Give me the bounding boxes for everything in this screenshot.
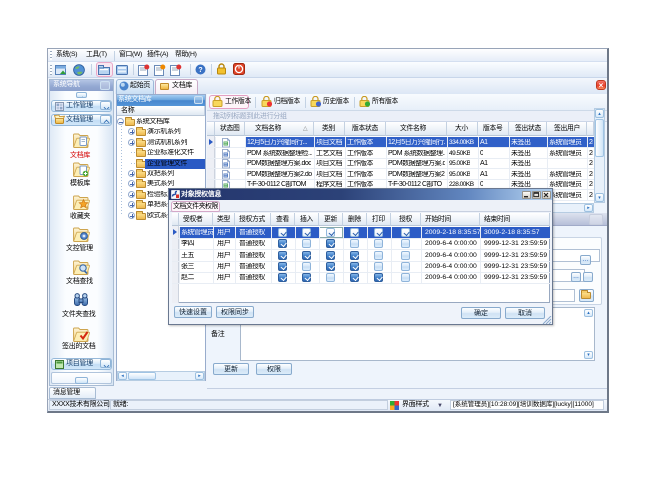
svg-text:?: ? [198, 67, 202, 74]
